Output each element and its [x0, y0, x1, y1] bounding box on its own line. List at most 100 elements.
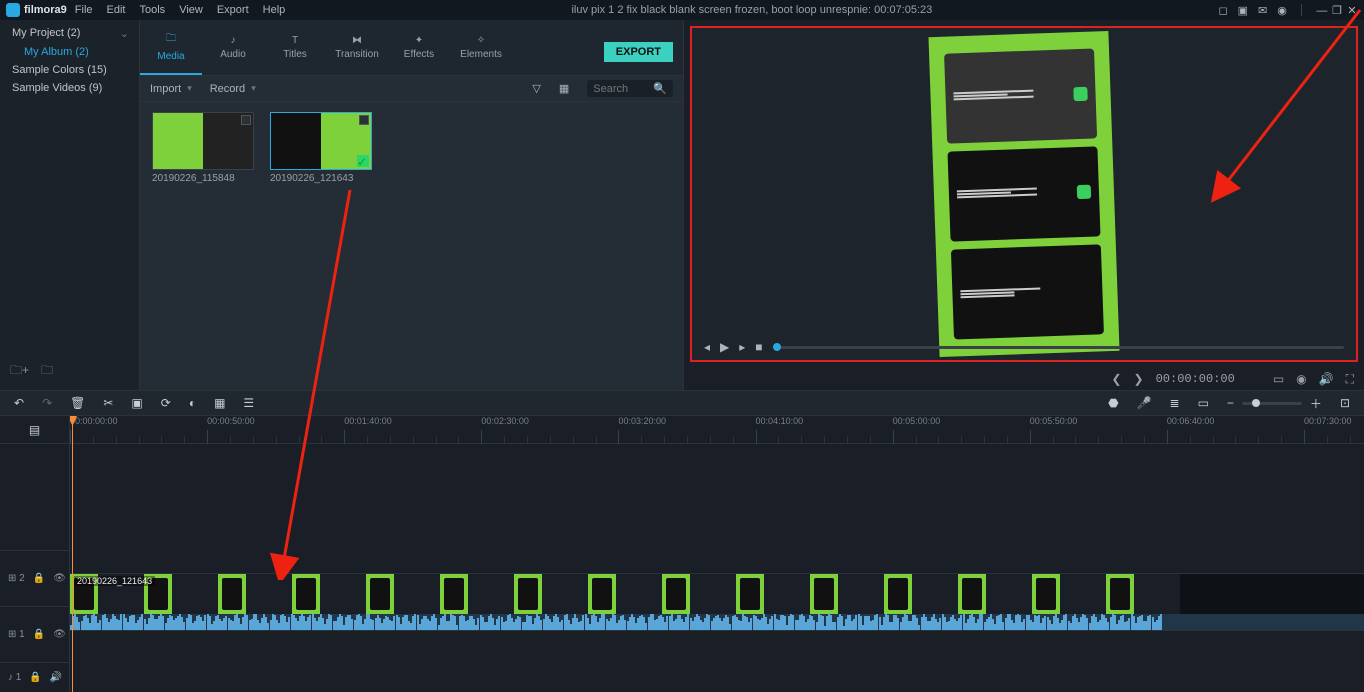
next-marker-icon[interactable]: ❯: [1134, 372, 1144, 386]
tree-my-project[interactable]: My Project (2)⌄: [0, 24, 139, 43]
track-header-audio1[interactable]: ♪ 1 🔒 🔊: [0, 662, 69, 692]
menu-edit[interactable]: Edit: [107, 4, 126, 16]
zoom-fit-button[interactable]: ⊡: [1340, 396, 1350, 410]
timeline-clip-frame[interactable]: [588, 574, 662, 614]
media-clip[interactable]: 20190226_115848: [152, 112, 254, 184]
timeline-clip-frame[interactable]: [292, 574, 366, 614]
split-button[interactable]: ✂: [103, 396, 113, 410]
lock-icon[interactable]: 🔒: [33, 629, 45, 640]
timeline-clip-frame[interactable]: [1032, 574, 1106, 614]
message-icon[interactable]: ✉: [1258, 4, 1267, 17]
timeline-clip-frame[interactable]: [810, 574, 884, 614]
ruler-tick: 00:00:50:00: [207, 416, 255, 426]
eye-icon[interactable]: 👁: [53, 573, 66, 584]
volume-icon[interactable]: 🔊: [1319, 372, 1334, 386]
mixer-button[interactable]: ≣: [1170, 396, 1180, 410]
tree-sample-colors[interactable]: Sample Colors (15): [0, 61, 139, 79]
fullscreen-icon[interactable]: ⛶: [1346, 372, 1354, 387]
search-input[interactable]: 🔍: [587, 80, 673, 97]
track-video1[interactable]: 20190226_121643: [70, 574, 1364, 630]
notify-icon[interactable]: ◉: [1277, 4, 1287, 17]
lock-icon[interactable]: 🔒: [29, 672, 41, 683]
record-dropdown[interactable]: Record▾: [210, 83, 256, 95]
delete-folder-icon[interactable]: 🗀: [41, 361, 53, 382]
tab-audio[interactable]: ♪ Audio: [202, 20, 264, 75]
prev-marker-icon[interactable]: ❮: [1111, 372, 1121, 386]
crop-button[interactable]: ▣: [131, 396, 142, 410]
color-button[interactable]: ◐: [189, 396, 196, 410]
track-header-video1[interactable]: ⊞ 1 🔒 👁: [0, 606, 69, 662]
mute-icon[interactable]: 🔊: [50, 672, 62, 683]
track-header-video2[interactable]: ⊞ 2 🔒 👁: [0, 550, 69, 606]
timeline-clip-frame[interactable]: [736, 574, 810, 614]
account-icon[interactable]: ◻: [1219, 4, 1228, 17]
menu-tools[interactable]: Tools: [140, 4, 166, 16]
timeline-clip-frame[interactable]: [662, 574, 736, 614]
lock-icon[interactable]: 🔒: [33, 573, 45, 584]
elements-icon: ✧: [477, 35, 485, 46]
track-audio1[interactable]: [70, 630, 1364, 660]
play-button[interactable]: ▶: [720, 340, 729, 354]
maximize-button[interactable]: ❐: [1331, 4, 1343, 17]
render-button[interactable]: ▭: [1198, 396, 1209, 410]
ruler-tick: 00:05:50:00: [1030, 416, 1078, 426]
timeline-clip-frame[interactable]: [1106, 574, 1180, 614]
zoom-slider[interactable]: [1242, 402, 1302, 405]
track-video2[interactable]: [70, 444, 1364, 574]
menu-export[interactable]: Export: [217, 4, 249, 16]
eye-icon[interactable]: 👁: [53, 629, 66, 640]
redo-button[interactable]: ↷: [42, 396, 52, 410]
marker-button[interactable]: ⬣: [1108, 396, 1118, 410]
tab-media[interactable]: 🗀 Media: [140, 20, 202, 75]
filter-icon[interactable]: ▽: [532, 82, 540, 95]
timeline-clip-frame[interactable]: [514, 574, 588, 614]
delete-button[interactable]: 🗑: [70, 396, 85, 410]
tree-sample-videos[interactable]: Sample Videos (9): [0, 79, 139, 97]
export-button[interactable]: EXPORT: [604, 42, 673, 62]
greenscreen-button[interactable]: ▦: [214, 396, 225, 410]
main-menu: File Edit Tools View Export Help: [75, 4, 285, 16]
screenshot-icon[interactable]: ▣: [1238, 4, 1248, 17]
menu-file[interactable]: File: [75, 4, 93, 16]
playhead[interactable]: [72, 416, 73, 692]
prev-frame-button[interactable]: ◂: [704, 340, 710, 354]
ruler-tick: 00:00:00:00: [70, 416, 118, 426]
timeline-clip-frame[interactable]: [218, 574, 292, 614]
menu-view[interactable]: View: [179, 4, 203, 16]
speed-button[interactable]: ⟳: [161, 396, 171, 410]
timeline-clip-frame[interactable]: [440, 574, 514, 614]
stop-button[interactable]: ■: [755, 340, 762, 354]
import-dropdown[interactable]: Import▾: [150, 83, 192, 95]
camera-icon[interactable]: ◉: [1296, 372, 1306, 386]
grid-view-icon[interactable]: ▦: [559, 82, 569, 95]
tab-effects[interactable]: ✦ Effects: [388, 20, 450, 75]
timeline-clip-frame[interactable]: [958, 574, 1032, 614]
preview-canvas[interactable]: ◂ ▶ ▸ ■: [690, 26, 1358, 362]
media-clip[interactable]: ✓ 20190226_121643: [270, 112, 372, 184]
clip-type-icon: [359, 115, 369, 125]
manage-tracks-icon[interactable]: ▤: [29, 423, 40, 437]
timeline-clip-frame[interactable]: [884, 574, 958, 614]
tab-titles[interactable]: T Titles: [264, 20, 326, 75]
tab-elements[interactable]: ✧ Elements: [450, 20, 512, 75]
tab-transition[interactable]: ⧓ Transition: [326, 20, 388, 75]
adjust-button[interactable]: ☰: [243, 396, 254, 410]
timeline-clip-frame[interactable]: [366, 574, 440, 614]
transition-icon: ⧓: [352, 35, 362, 46]
close-button[interactable]: ✕: [1346, 4, 1358, 17]
titlebar: filmora9 File Edit Tools View Export Hel…: [0, 0, 1364, 20]
timeline-ruler[interactable]: 00:00:00:0000:00:50:0000:01:40:0000:02:3…: [70, 416, 1364, 444]
undo-button[interactable]: ↶: [14, 396, 24, 410]
zoom-out-button[interactable]: −: [1227, 396, 1234, 410]
voiceover-button[interactable]: 🎤: [1137, 396, 1152, 410]
menu-help[interactable]: Help: [263, 4, 286, 16]
next-frame-button[interactable]: ▸: [739, 340, 745, 354]
timeline-clip-frame[interactable]: [144, 574, 218, 614]
minimize-button[interactable]: —: [1316, 5, 1328, 17]
preview-scrubber[interactable]: [773, 346, 1344, 349]
zoom-in-button[interactable]: ＋: [1310, 395, 1322, 412]
tree-my-album[interactable]: My Album (2): [0, 43, 139, 61]
snapshot-icon[interactable]: ▭: [1273, 372, 1284, 386]
clip-type-icon: [241, 115, 251, 125]
new-folder-icon[interactable]: 🗀+: [10, 361, 29, 382]
